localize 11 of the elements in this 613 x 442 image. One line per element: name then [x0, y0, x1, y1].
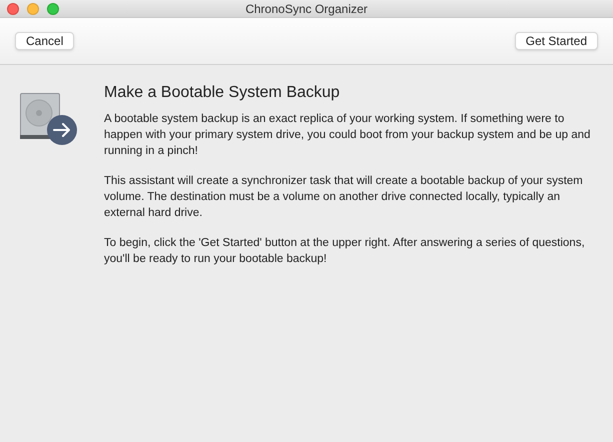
close-button[interactable] [7, 3, 19, 15]
window-title: ChronoSync Organizer [245, 0, 368, 18]
cancel-button[interactable]: Cancel [15, 32, 74, 50]
paragraph: A bootable system backup is an exact replica of your working system. If something were to happen with your primary system drive, you could boot from your backup system and be up and running in a pinch! [104, 112, 592, 159]
paragraph: To begin, click the 'Get Started' button at the upper right. After answering a series of questions, you'll be ready to run your bootable backup! [104, 236, 586, 267]
minimize-button[interactable] [27, 3, 39, 15]
hard-drive-arrow-icon [18, 91, 80, 147]
get-started-button[interactable]: Get Started [514, 32, 598, 50]
zoom-button[interactable] [47, 3, 59, 15]
heading: Make a Bootable System Backup [104, 83, 341, 103]
paragraph: This assistant will create a synchronizer task that will create a bootable backup of your system volume. The destination must be a volume on another drive connected locally, typically an external hard drive. [104, 174, 584, 221]
